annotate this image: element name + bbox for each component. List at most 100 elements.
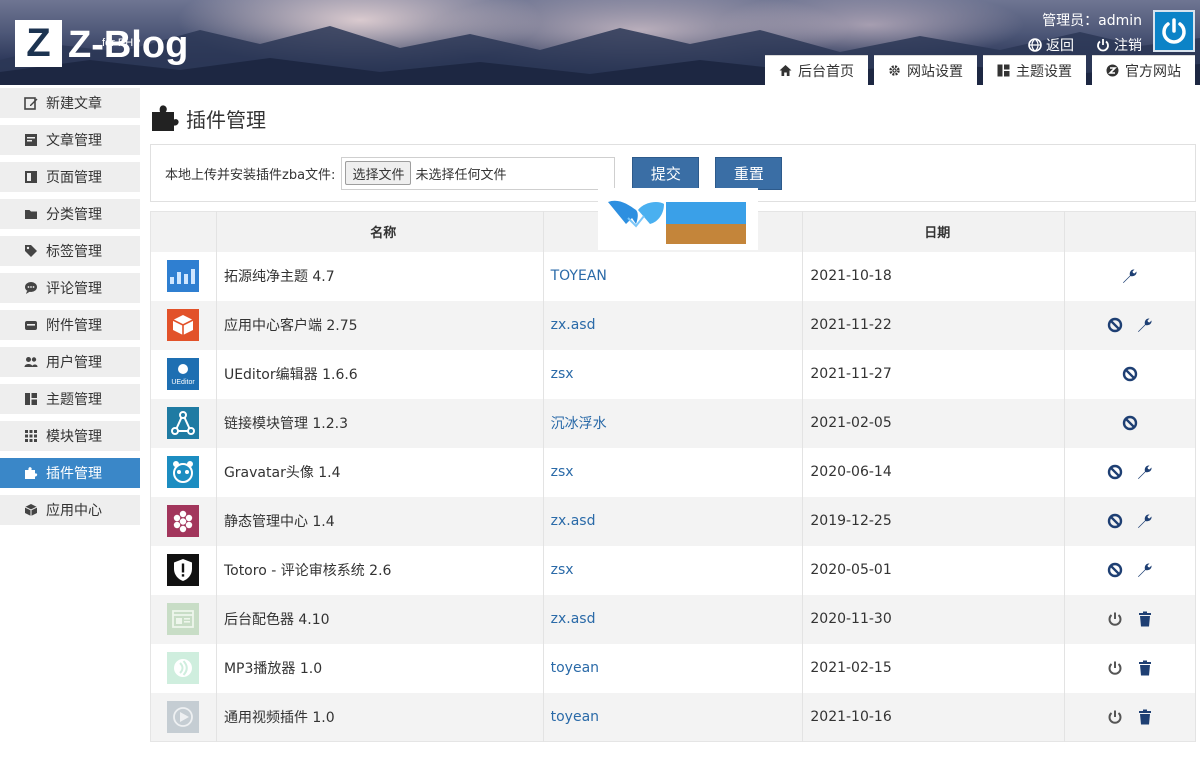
wrench-icon [1136, 512, 1154, 530]
sidebar-item-label: 插件管理 [46, 466, 102, 482]
table-row: UEditor UEditor编辑器 1.6.6 zsx 2021-11-27 [150, 349, 1196, 399]
plugin-actions [1064, 545, 1196, 595]
delete-action[interactable] [1136, 610, 1154, 628]
disable-action[interactable] [1106, 463, 1124, 481]
ban-icon [1122, 366, 1138, 382]
plugin-date: 2021-11-22 [802, 300, 1066, 350]
table-row: MP3播放器 1.0 toyean 2021-02-15 [150, 643, 1196, 693]
plugin-date: 2019-12-25 [802, 496, 1066, 546]
plugin-author[interactable]: zx.asd [543, 594, 804, 644]
tab-label: 网站设置 [907, 63, 963, 80]
plugin-icon: UEditor [167, 358, 200, 390]
sidebar-item-attachments[interactable]: 附件管理 [0, 310, 140, 340]
reset-button[interactable]: 重置 [715, 156, 783, 190]
plugin-author[interactable]: toyean [543, 692, 804, 742]
plugin-author[interactable]: zsx [543, 545, 804, 595]
delete-action[interactable] [1136, 659, 1154, 677]
settings-action[interactable] [1136, 463, 1154, 481]
tab-theme-settings[interactable]: 主题设置 [983, 55, 1086, 85]
enable-action[interactable] [1106, 610, 1124, 628]
plugin-icon [167, 505, 200, 537]
enable-action[interactable] [1106, 659, 1124, 677]
sidebar-item-label: 评论管理 [46, 281, 102, 297]
power-icon [1107, 660, 1123, 676]
sidebar-item-posts[interactable]: 文章管理 [0, 125, 140, 155]
sidebar-item-comments[interactable]: 评论管理 [0, 273, 140, 303]
submit-button[interactable]: 提交 [632, 156, 700, 190]
theme-icon [25, 393, 37, 405]
sidebar-item-label: 附件管理 [46, 318, 102, 334]
top-tabs: 后台首页 网站设置 主题设置 官方网站 [765, 55, 1195, 85]
disable-action[interactable] [1106, 512, 1124, 530]
enable-action[interactable] [1106, 708, 1124, 726]
table-row: 应用中心客户端 2.75 zx.asd 2021-11-22 [150, 300, 1196, 350]
sidebar-item-modules[interactable]: 模块管理 [0, 421, 140, 451]
disable-action[interactable] [1121, 414, 1139, 432]
sidebar-item-app-center[interactable]: 应用中心 [0, 495, 140, 525]
plugin-author[interactable]: zsx [543, 447, 804, 497]
power-icon [1107, 611, 1123, 627]
delete-action[interactable] [1136, 708, 1154, 726]
plugin-name: 拓源纯净主题 4.7 [216, 251, 544, 301]
zblog-icon [1106, 64, 1119, 77]
plugin-author[interactable]: 沉冰浮水 [543, 398, 804, 448]
sidebar-item-users[interactable]: 用户管理 [0, 347, 140, 377]
plugin-author[interactable]: zx.asd [543, 300, 804, 350]
avatar[interactable] [1153, 10, 1195, 52]
box-icon [24, 504, 38, 516]
settings-action[interactable] [1121, 267, 1139, 285]
plugin-icon-cell [150, 545, 217, 595]
tag-icon [25, 245, 37, 257]
header-date: 日期 [802, 211, 1066, 252]
sidebar-item-label: 文章管理 [46, 133, 102, 149]
plugin-icon [167, 554, 200, 586]
back-link[interactable]: 返回 [1028, 35, 1074, 55]
tab-label: 官方网站 [1125, 63, 1181, 80]
sidebar-item-categories[interactable]: 分类管理 [0, 199, 140, 229]
header-name: 名称 [216, 211, 544, 252]
plugin-date: 2020-06-14 [802, 447, 1066, 497]
plugin-date: 2021-02-05 [802, 398, 1066, 448]
logout-label: 注销 [1114, 38, 1142, 54]
plugin-author[interactable]: TOYEAN [543, 251, 804, 301]
plugin-author[interactable]: zsx [543, 349, 804, 399]
sidebar-item-label: 应用中心 [46, 503, 102, 519]
plugin-icon-cell [150, 692, 217, 742]
ban-icon [1107, 562, 1123, 578]
settings-action[interactable] [1136, 561, 1154, 579]
tab-label: 主题设置 [1016, 63, 1072, 80]
disable-action[interactable] [1121, 365, 1139, 383]
sidebar-item-tags[interactable]: 标签管理 [0, 236, 140, 266]
sidebar-item-label: 新建文章 [46, 96, 102, 112]
tab-site-settings[interactable]: 网站设置 [874, 55, 977, 85]
plugin-author[interactable]: zx.asd [543, 496, 804, 546]
plugin-name: 静态管理中心 1.4 [216, 496, 544, 546]
upload-label: 本地上传并安装插件zba文件: [165, 167, 336, 183]
tab-dashboard[interactable]: 后台首页 [765, 55, 868, 85]
plugin-date: 2021-02-15 [802, 643, 1066, 693]
sidebar-item-themes[interactable]: 主题管理 [0, 384, 140, 414]
choose-file-button[interactable]: 选择文件 [345, 161, 412, 185]
file-input[interactable]: 选择文件 未选择任何文件 [341, 156, 616, 190]
tab-official-site[interactable]: 官方网站 [1092, 55, 1195, 85]
settings-action[interactable] [1136, 512, 1154, 530]
plugin-icon-cell: UEditor [150, 349, 217, 399]
plugin-icon [167, 407, 200, 439]
home-icon [779, 65, 792, 76]
ban-icon [1107, 513, 1123, 529]
disable-action[interactable] [1106, 316, 1124, 334]
sidebar-item-pages[interactable]: 页面管理 [0, 162, 140, 192]
sidebar-item-plugins[interactable]: 插件管理 [0, 458, 140, 488]
plugin-icon [167, 700, 200, 733]
settings-action[interactable] [1136, 316, 1154, 334]
logout-link[interactable]: 注销 [1096, 35, 1142, 55]
plugin-date: 2020-05-01 [802, 545, 1066, 595]
sidebar-item-new-post[interactable]: 新建文章 [0, 88, 140, 118]
disable-action[interactable] [1106, 561, 1124, 579]
power-icon [1162, 18, 1186, 44]
puzzle-icon [152, 105, 179, 131]
power-icon [1097, 39, 1109, 52]
plugin-author[interactable]: toyean [543, 643, 804, 693]
power-icon [1107, 709, 1123, 725]
admin-name: 管理员：admin [1042, 13, 1142, 29]
